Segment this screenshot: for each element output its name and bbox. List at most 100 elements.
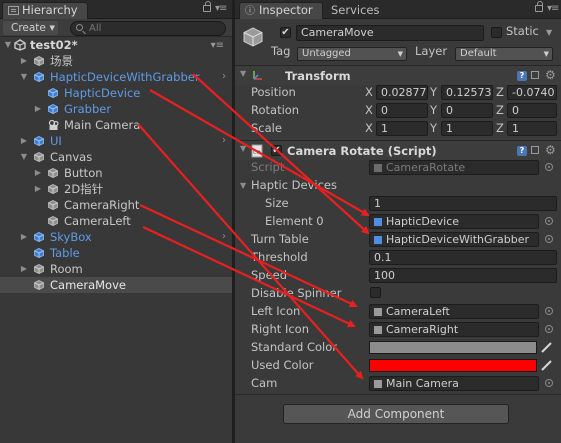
- object-picker-icon[interactable]: [545, 163, 553, 171]
- speed-field[interactable]: 100: [369, 268, 557, 283]
- tree-item[interactable]: ▶ Grabber: [0, 101, 232, 117]
- tree-item[interactable]: CameraRight: [0, 197, 232, 213]
- threshold-field[interactable]: 0.1: [369, 250, 557, 265]
- add-component-button[interactable]: Add Component: [283, 404, 509, 424]
- tag-dropdown[interactable]: Untagged ▼: [297, 47, 407, 61]
- tree-item[interactable]: ▶ Button: [0, 165, 232, 181]
- scene-name: test02*: [30, 38, 78, 52]
- collapsed-arrow-icon[interactable]: ▶: [19, 229, 29, 245]
- expanded-arrow-icon[interactable]: ▼: [19, 69, 29, 85]
- haptic-devices-row[interactable]: ▼ Haptic Devices: [235, 176, 561, 194]
- chevron-right-icon[interactable]: ›: [222, 69, 226, 85]
- object-name-field[interactable]: CameraMove: [296, 25, 484, 41]
- help-icon[interactable]: ?: [517, 71, 527, 81]
- tree-item[interactable]: Main Camera: [0, 117, 232, 133]
- collapsed-arrow-icon[interactable]: ▶: [19, 261, 29, 277]
- expanded-arrow-icon[interactable]: ▼: [240, 69, 246, 78]
- tree-item[interactable]: ▶ Room: [0, 261, 232, 277]
- tree-item[interactable]: HapticDevice: [0, 85, 232, 101]
- scale-row: Scale X 1 Y 1 Z 1: [235, 119, 561, 137]
- expand-arrow-icon[interactable]: ▼: [3, 37, 13, 53]
- layer-dropdown[interactable]: Default ▼: [455, 47, 553, 61]
- expanded-arrow-icon[interactable]: ▼: [240, 144, 246, 153]
- object-picker-icon[interactable]: [545, 217, 553, 225]
- tree-item[interactable]: ▶ 场景: [0, 53, 232, 69]
- object-picker-icon[interactable]: [545, 325, 553, 333]
- position-z-field[interactable]: -0.0740: [507, 85, 557, 100]
- create-button[interactable]: Create ▼: [3, 21, 58, 35]
- cam-field[interactable]: Main Camera: [369, 376, 539, 391]
- expanded-arrow-icon[interactable]: ▼: [19, 149, 29, 165]
- tree-item[interactable]: ▶ UI ›: [0, 133, 232, 149]
- position-x-field[interactable]: 0.02877: [376, 85, 428, 100]
- scale-y-field[interactable]: 1: [441, 121, 493, 136]
- collapsed-arrow-icon[interactable]: ▶: [33, 101, 43, 117]
- gameobject-icon: [48, 216, 58, 226]
- lock-icon[interactable]: [203, 1, 211, 12]
- tree-item[interactable]: ▶ SkyBox ›: [0, 229, 232, 245]
- tab-hierarchy[interactable]: Hierarchy: [2, 2, 88, 19]
- collapsed-arrow-icon[interactable]: ▶: [33, 181, 43, 197]
- object-picker-icon[interactable]: [545, 307, 553, 315]
- scale-z-field[interactable]: 1: [507, 121, 557, 136]
- script-component-header[interactable]: ▼ C# ✔ Camera Rotate (Script) ? ⚙: [235, 140, 561, 160]
- rotation-z-field[interactable]: 0: [507, 103, 557, 118]
- tab-services[interactable]: Services: [331, 3, 380, 17]
- panel-menu-icon[interactable]: ▾≡: [547, 4, 559, 14]
- turn-table-field[interactable]: HapticDeviceWithGrabber: [369, 232, 539, 247]
- panel-menu-icon[interactable]: ▾≡: [215, 4, 227, 14]
- script-component-title: Camera Rotate (Script): [287, 144, 437, 158]
- size-field[interactable]: 1: [369, 196, 557, 211]
- collapsed-arrow-icon[interactable]: ▶: [19, 133, 29, 149]
- disable-spinner-checkbox[interactable]: [370, 287, 381, 298]
- component-enabled-checkbox[interactable]: ✔: [271, 145, 282, 156]
- script-field: CameraRotate: [369, 160, 539, 175]
- search-field[interactable]: [70, 21, 226, 36]
- chevron-right-icon[interactable]: ›: [222, 133, 226, 149]
- tab-inspector[interactable]: ⓘ Inspector: [239, 2, 323, 19]
- tree-item[interactable]: ▼ HapticDeviceWithGrabber ›: [0, 69, 232, 85]
- expanded-arrow-icon[interactable]: ▼: [240, 177, 246, 195]
- collapsed-arrow-icon[interactable]: ▶: [19, 53, 29, 69]
- help-icon[interactable]: ?: [517, 146, 527, 156]
- tree-item[interactable]: Table: [0, 245, 232, 261]
- tree-item-selected[interactable]: CameraMove: [0, 277, 232, 293]
- turn-table-row: Turn Table HapticDeviceWithGrabber: [235, 230, 561, 248]
- preset-icon[interactable]: [531, 71, 539, 79]
- scene-row[interactable]: ▼ test02* ▾≡: [0, 37, 232, 53]
- active-checkbox[interactable]: ✔: [280, 27, 291, 38]
- standard-color-swatch[interactable]: [369, 341, 537, 354]
- gameobject-icon: [34, 152, 44, 162]
- camera-icon: [374, 380, 382, 388]
- transform-header[interactable]: ▼ Transform ? ⚙: [235, 65, 561, 85]
- rotation-x-field[interactable]: 0: [376, 103, 428, 118]
- static-checkbox[interactable]: [491, 27, 502, 38]
- used-color-swatch[interactable]: [369, 359, 537, 372]
- scale-x-field[interactable]: 1: [376, 121, 428, 136]
- prefab-icon: [34, 136, 44, 146]
- svg-text:C#: C#: [253, 150, 261, 156]
- preset-icon[interactable]: [531, 146, 539, 154]
- object-picker-icon[interactable]: [545, 379, 553, 387]
- search-input[interactable]: [70, 21, 226, 36]
- tree-item[interactable]: ▼ Canvas: [0, 149, 232, 165]
- collapsed-arrow-icon[interactable]: ▶: [33, 165, 43, 181]
- chevron-down-icon[interactable]: ▼: [546, 28, 552, 37]
- rotation-y-field[interactable]: 0: [441, 103, 493, 118]
- lock-icon[interactable]: [535, 1, 543, 12]
- tree-item[interactable]: ▶ 2D指针: [0, 181, 232, 197]
- element0-field[interactable]: HapticDevice: [369, 214, 539, 229]
- gear-icon[interactable]: ⚙: [545, 68, 556, 82]
- left-icon-field[interactable]: CameraLeft: [369, 304, 539, 319]
- gear-icon[interactable]: ⚙: [545, 143, 556, 157]
- gameobject-icon: [374, 308, 382, 316]
- chevron-right-icon[interactable]: ›: [222, 229, 226, 245]
- tree-item[interactable]: CameraLeft: [0, 213, 232, 229]
- right-icon-field[interactable]: CameraRight: [369, 322, 539, 337]
- scene-menu-icon[interactable]: ▾≡: [211, 38, 224, 54]
- rotation-row: Rotation X 0 Y 0 Z 0: [235, 101, 561, 119]
- object-picker-icon[interactable]: [545, 235, 553, 243]
- position-y-field[interactable]: 0.12573: [441, 85, 493, 100]
- eyedropper-icon[interactable]: [540, 358, 554, 372]
- eyedropper-icon[interactable]: [540, 340, 554, 354]
